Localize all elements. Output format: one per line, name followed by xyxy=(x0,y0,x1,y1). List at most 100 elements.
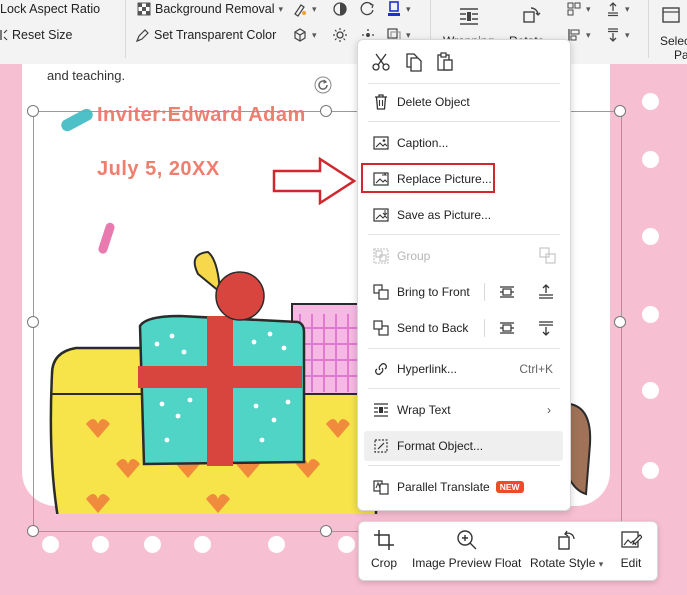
reset-size-button[interactable]: Reset Size xyxy=(0,26,72,44)
chevron-down-icon: ▾ xyxy=(278,3,284,14)
menu-item-label: Group xyxy=(397,249,431,263)
3d-rotation-button[interactable]: ▾ xyxy=(292,26,317,44)
background-removal-button[interactable]: Background Removal ▾ xyxy=(137,0,283,18)
menu-item-save-as-picture[interactable]: Save as Picture... xyxy=(364,200,563,230)
cut-button[interactable] xyxy=(371,52,391,72)
chevron-down-icon: ▾ xyxy=(312,29,317,40)
image-preview-float-button[interactable]: Image Preview Float xyxy=(412,528,521,570)
brightness-icon xyxy=(333,2,347,16)
menu-item-bring-to-front[interactable]: Bring to Front xyxy=(364,277,563,307)
link-icon xyxy=(375,363,387,375)
rotate-style-button[interactable]: Rotate Style ▾ xyxy=(530,528,603,570)
caption-icon xyxy=(373,136,389,150)
bring-forward-ribbon-button[interactable]: ▾ xyxy=(605,0,630,18)
zoom-icon xyxy=(456,530,477,550)
cube-icon xyxy=(294,28,306,42)
image-preview-float-label: Image Preview Float xyxy=(412,556,522,570)
chevron-down-icon: ▾ xyxy=(625,29,630,40)
align-button[interactable]: ▾ xyxy=(566,0,591,18)
reset-size-label: Reset Size xyxy=(12,28,73,42)
recolor-button[interactable] xyxy=(360,0,376,18)
picture-effects-button[interactable]: ▾ xyxy=(292,0,317,18)
menu-item-label: Save as Picture... xyxy=(397,208,492,222)
rotate-handle-icon[interactable] xyxy=(314,76,332,94)
menu-item-wrap-text[interactable]: Wrap Text › xyxy=(364,395,563,425)
chevron-down-icon: ▾ xyxy=(586,3,591,14)
group-icon xyxy=(373,248,389,264)
contrast-button[interactable] xyxy=(332,26,348,44)
save-picture-icon xyxy=(373,208,389,222)
chevron-down-icon: ▾ xyxy=(598,559,604,569)
rotate-style-label: Rotate Style xyxy=(530,556,596,570)
edit-picture-icon xyxy=(621,531,642,548)
resize-handle-bottom-left[interactable] xyxy=(27,525,39,537)
decorative-dot xyxy=(642,382,659,399)
bring-forward-icon xyxy=(608,2,618,17)
chevron-down-icon: ▾ xyxy=(625,3,630,14)
menu-item-label: Delete Object xyxy=(397,95,470,109)
reset-size-icon xyxy=(0,29,8,41)
decorative-dot xyxy=(92,536,109,553)
menu-divider xyxy=(368,465,560,466)
edit-button[interactable]: Edit xyxy=(620,528,642,570)
selection-pane-label-2: Pane xyxy=(674,48,687,62)
resize-handle-top-left[interactable] xyxy=(27,105,39,117)
align-icon xyxy=(567,2,581,16)
send-backward-layer-button[interactable] xyxy=(536,318,556,338)
send-backward-icon xyxy=(608,28,618,42)
send-backward-button[interactable] xyxy=(497,318,517,338)
bring-forward-layer-button[interactable] xyxy=(536,282,556,302)
resize-handle-right[interactable] xyxy=(614,316,626,328)
menu-item-delete-object[interactable]: Delete Object xyxy=(364,87,563,117)
chevron-down-icon: ▾ xyxy=(406,3,411,14)
send-backward-ribbon-button[interactable]: ▾ xyxy=(605,26,630,44)
menu-item-hyperlink[interactable]: Hyperlink... Ctrl+K xyxy=(364,354,563,384)
menu-item-label: Hyperlink... xyxy=(397,362,458,376)
replace-picture-highlight xyxy=(361,163,495,193)
resize-handle-top[interactable] xyxy=(320,105,332,117)
brightness-button[interactable] xyxy=(332,0,348,18)
menu-item-send-to-back[interactable]: Send to Back xyxy=(364,313,563,343)
rotate-style-icon xyxy=(557,530,575,550)
chevron-right-icon: › xyxy=(547,403,551,417)
background-removal-label: Background Removal xyxy=(155,2,275,16)
send-backward-icon xyxy=(500,322,514,334)
crop-label: Crop xyxy=(371,556,398,570)
resize-handle-top-right[interactable] xyxy=(614,105,626,117)
decorative-dot xyxy=(144,536,161,553)
pen-icon xyxy=(135,28,149,42)
menu-item-label: Format Object... xyxy=(397,439,484,453)
decorative-dot xyxy=(642,151,659,168)
chevron-down-icon: ▾ xyxy=(586,29,591,40)
paste-button[interactable] xyxy=(435,52,455,72)
format-object-icon xyxy=(374,439,388,453)
picture-tools-ribbon: Lock Aspect Ratio Reset Size Background … xyxy=(0,0,687,65)
decorative-dot xyxy=(642,462,659,479)
menu-item-parallel-translate[interactable]: Parallel Translate NEW xyxy=(364,472,563,502)
decorative-dot xyxy=(642,306,659,323)
chevron-down-icon: ▾ xyxy=(312,3,317,14)
selection-pane-label: Selectio xyxy=(660,34,687,48)
menu-divider xyxy=(368,121,560,122)
ribbon-divider xyxy=(125,0,126,58)
resize-handle-left[interactable] xyxy=(27,316,39,328)
outline-color-button[interactable]: ▾ xyxy=(386,0,411,18)
menu-item-label: Wrap Text xyxy=(397,403,451,417)
decorative-dot xyxy=(338,536,355,553)
crop-button[interactable]: Crop xyxy=(371,528,397,570)
resize-handle-bottom[interactable] xyxy=(320,525,332,537)
copy-button[interactable] xyxy=(403,52,423,72)
recolor-icon xyxy=(360,1,374,16)
crop-icon xyxy=(374,530,394,550)
bring-to-front-icon xyxy=(373,284,389,300)
send-to-back-icon xyxy=(373,320,389,336)
bring-forward-button[interactable] xyxy=(497,282,517,302)
selection-pane-button[interactable]: Selectio Pane xyxy=(660,0,687,62)
selection-pane-icon xyxy=(662,7,680,23)
menu-item-caption[interactable]: Caption... xyxy=(364,128,563,158)
sun-icon xyxy=(333,28,347,42)
set-transparent-color-button[interactable]: Set Transparent Color xyxy=(135,26,276,44)
menu-item-format-object[interactable]: Format Object... xyxy=(364,431,563,461)
lock-aspect-ratio-checkbox[interactable]: Lock Aspect Ratio xyxy=(0,0,100,18)
copy-icon xyxy=(406,53,422,72)
